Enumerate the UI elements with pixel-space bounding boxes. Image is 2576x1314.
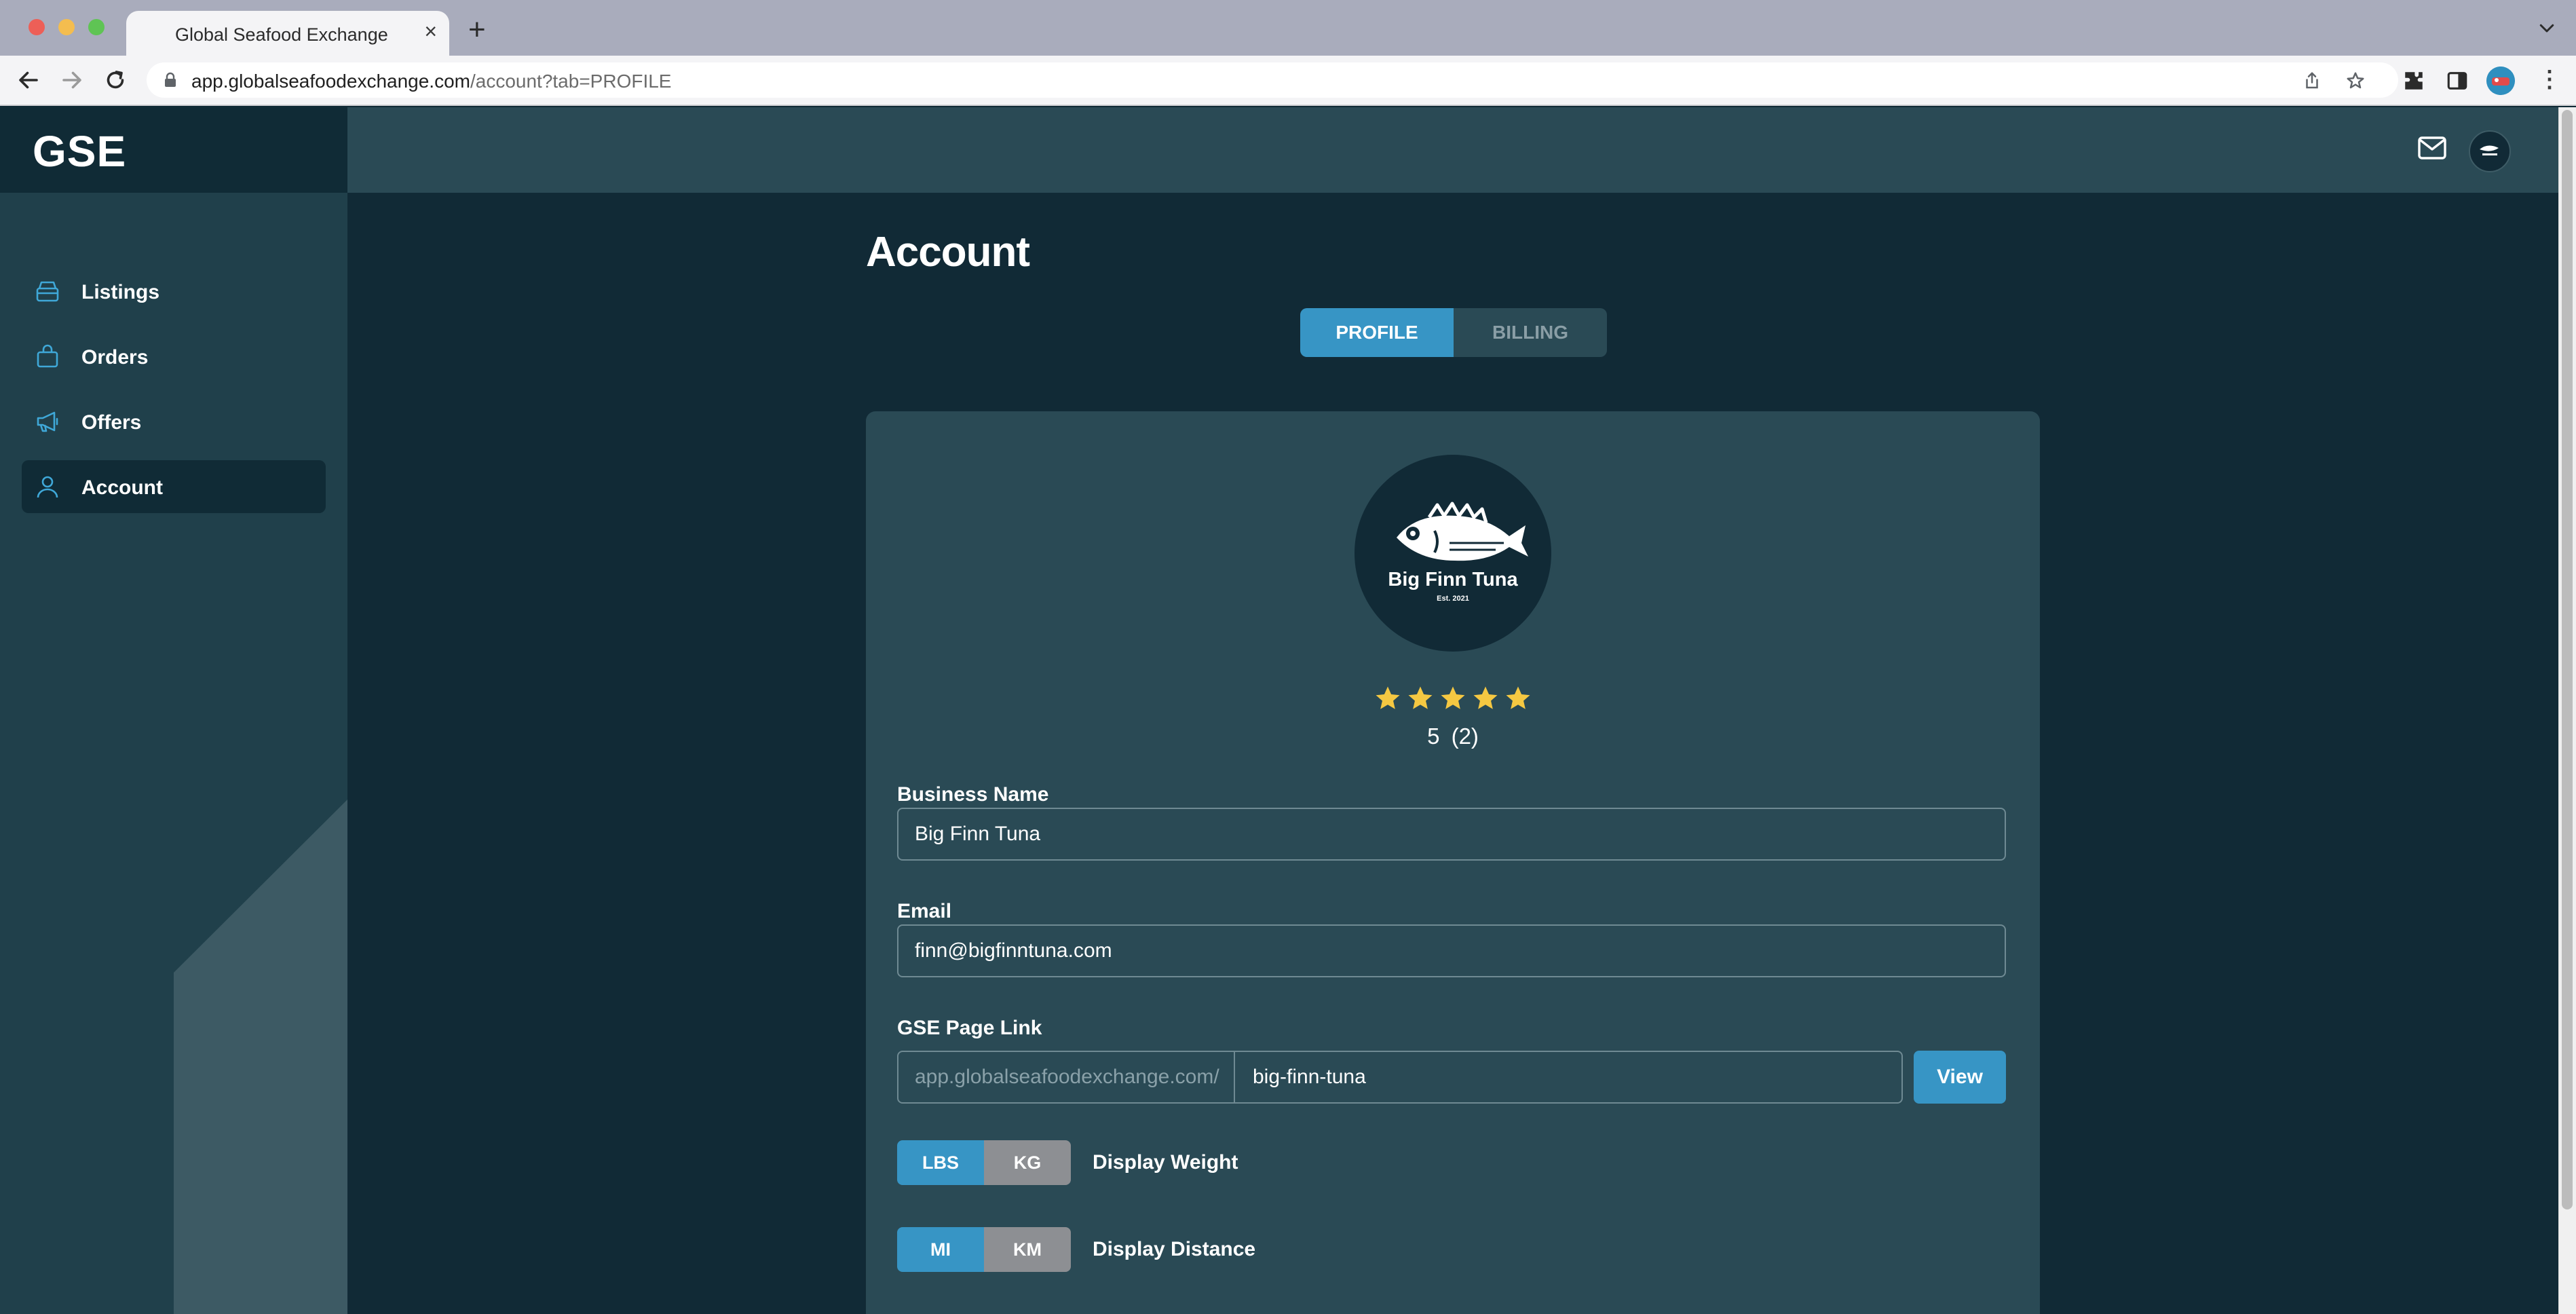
- forward-arrow-icon[interactable]: [60, 68, 84, 92]
- top-header: [347, 107, 2558, 193]
- logo-bar: GSE: [0, 107, 347, 193]
- rating-count: (2): [1451, 724, 1479, 749]
- business-name-input[interactable]: [897, 808, 2006, 861]
- main-content: Account PROFILE BILLING Big Finn Tuna Es…: [347, 193, 2558, 1314]
- address-bar[interactable]: app.globalseafoodexchange.com/account?ta…: [147, 62, 2398, 98]
- star-icon: [1506, 686, 1530, 709]
- rating-score: 5: [1427, 724, 1440, 749]
- tab-profile[interactable]: PROFILE: [1300, 308, 1454, 357]
- back-arrow-icon[interactable]: [16, 68, 41, 92]
- browser-tab[interactable]: Global Seafood Exchange ×: [126, 11, 449, 56]
- app-root: GSE Listings Orders Offers Account Accou…: [0, 107, 2576, 1314]
- sidebar-item-label: Orders: [81, 346, 149, 369]
- weight-kg-option[interactable]: KG: [984, 1140, 1071, 1185]
- business-logo[interactable]: Big Finn Tuna Est. 2021: [1355, 455, 1551, 652]
- distance-mi-option[interactable]: MI: [897, 1227, 984, 1272]
- display-distance-label: Display Distance: [1093, 1238, 1256, 1260]
- star-icon: [1408, 686, 1433, 709]
- chevron-down-icon[interactable]: [2537, 18, 2557, 38]
- business-logo-name: Big Finn Tuna: [1388, 569, 1518, 590]
- browser-menu-icon[interactable]: ⋮: [2538, 68, 2561, 91]
- email-field[interactable]: [897, 924, 2006, 977]
- box-icon: [36, 281, 59, 302]
- rating-summary: 5 (2): [1368, 724, 1538, 749]
- star-icon: [1376, 686, 1400, 709]
- bookmark-star-icon[interactable]: [2345, 71, 2366, 91]
- reload-icon[interactable]: [103, 68, 128, 92]
- extensions-puzzle-icon[interactable]: [2402, 69, 2425, 92]
- display-weight-label: Display Weight: [1093, 1151, 1238, 1174]
- close-tab-icon[interactable]: ×: [424, 20, 437, 42]
- lock-icon: [165, 72, 176, 87]
- user-avatar[interactable]: [2469, 130, 2511, 172]
- star-icon: [1441, 686, 1465, 709]
- window-minimize-button[interactable]: [58, 19, 75, 35]
- account-tabs: PROFILE BILLING: [1300, 308, 1607, 357]
- rating-stars: [1368, 684, 1538, 715]
- url-text: app.globalseafoodexchange.com/account?ta…: [191, 71, 672, 92]
- distance-km-option[interactable]: KM: [984, 1227, 1071, 1272]
- megaphone-icon: [37, 411, 58, 432]
- bag-icon: [37, 344, 58, 368]
- browser-profile-avatar[interactable]: [2486, 67, 2515, 95]
- user-icon: [37, 476, 58, 498]
- business-name-label: Business Name: [897, 783, 1049, 806]
- sidebar-item-label: Account: [81, 476, 163, 499]
- scrollbar-thumb[interactable]: [2562, 110, 2573, 1209]
- star-icon: [1473, 686, 1498, 709]
- email-label: Email: [897, 900, 952, 922]
- browser-tab-strip: Global Seafood Exchange × +: [0, 0, 2576, 56]
- profile-card: Big Finn Tuna Est. 2021 5 (2) Business N…: [866, 411, 2040, 1314]
- page-link-prefix: app.globalseafoodexchange.com/: [898, 1052, 1235, 1102]
- side-panel-icon[interactable]: [2446, 69, 2469, 92]
- sidebar-decoration: [174, 800, 347, 1314]
- fish-icon: [1397, 502, 1528, 561]
- sidebar-item-listings[interactable]: Listings: [22, 265, 326, 318]
- sidebar-item-label: Listings: [81, 281, 160, 303]
- window-zoom-button[interactable]: [88, 19, 105, 35]
- mail-icon[interactable]: [2417, 136, 2447, 160]
- page-link-input[interactable]: [1236, 1052, 1901, 1102]
- sidebar-item-label: Offers: [81, 411, 142, 434]
- window-close-button[interactable]: [29, 19, 45, 35]
- sidebar-item-orders[interactable]: Orders: [22, 330, 326, 383]
- browser-tab-title: Global Seafood Exchange: [175, 24, 388, 45]
- weight-unit-toggle: LBS KG: [897, 1140, 1071, 1185]
- app-logo[interactable]: GSE: [33, 126, 126, 176]
- share-icon[interactable]: [2302, 71, 2322, 91]
- page-link-label: GSE Page Link: [897, 1017, 1042, 1039]
- page-title: Account: [866, 229, 1030, 276]
- page-link-group: app.globalseafoodexchange.com/: [897, 1051, 1903, 1104]
- business-logo-est: Est. 2021: [1437, 595, 1469, 603]
- sidebar-item-account[interactable]: Account: [22, 460, 326, 513]
- distance-unit-toggle: MI KM: [897, 1227, 1071, 1272]
- view-page-button[interactable]: View: [1914, 1051, 2006, 1104]
- weight-lbs-option[interactable]: LBS: [897, 1140, 984, 1185]
- tab-billing[interactable]: BILLING: [1454, 308, 1607, 357]
- sidebar-item-offers[interactable]: Offers: [22, 395, 326, 448]
- sidebar: GSE Listings Orders Offers Account: [0, 107, 347, 1314]
- new-tab-button[interactable]: +: [468, 15, 486, 45]
- browser-toolbar: app.globalseafoodexchange.com/account?ta…: [0, 56, 2576, 106]
